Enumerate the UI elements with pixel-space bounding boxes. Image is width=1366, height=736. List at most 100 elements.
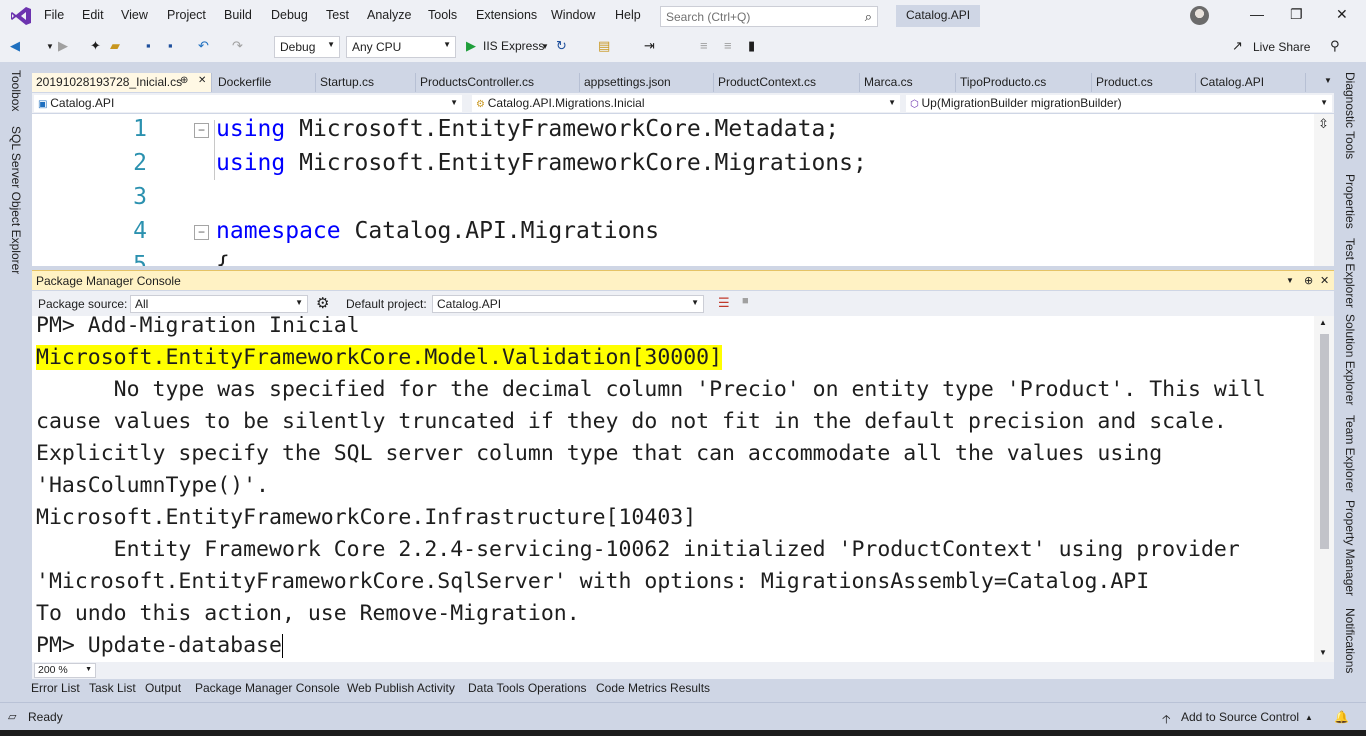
- new-project-icon[interactable]: ✦: [90, 38, 101, 54]
- redo-icon[interactable]: ↷: [232, 38, 243, 54]
- configuration-select[interactable]: Debug ▼: [274, 36, 340, 58]
- menu-extensions[interactable]: Extensions: [476, 8, 537, 22]
- zoom-select[interactable]: 200 % ▼: [34, 663, 96, 678]
- tab-product-context[interactable]: ProductContext.cs: [714, 73, 860, 92]
- menu-view[interactable]: View: [121, 8, 148, 22]
- close-icon[interactable]: ✕: [1320, 274, 1329, 287]
- tab-product[interactable]: Product.cs: [1092, 73, 1196, 92]
- package-source-select[interactable]: All ▼: [130, 295, 308, 313]
- team-explorer-tab[interactable]: Team Explorer: [1343, 415, 1357, 492]
- tab-package-manager-console[interactable]: Package Manager Console: [195, 681, 340, 695]
- code-editor[interactable]: 1 − using Microsoft.EntityFrameworkCore.…: [32, 114, 1334, 266]
- forward-icon[interactable]: ▶: [58, 38, 68, 54]
- collapse-icon[interactable]: −: [194, 225, 209, 240]
- menu-analyze[interactable]: Analyze: [367, 8, 411, 22]
- run-target-label[interactable]: IIS Express: [483, 39, 544, 53]
- method-icon: ⬡: [910, 99, 922, 110]
- diagnostic-tools-tab[interactable]: Diagnostic Tools: [1343, 72, 1357, 159]
- back-dropdown-icon[interactable]: ▼: [46, 42, 54, 51]
- open-folder-icon[interactable]: ▰: [110, 38, 120, 54]
- pin-icon[interactable]: ⊕: [180, 75, 188, 86]
- stop-icon[interactable]: ■: [742, 295, 749, 307]
- editor-scrollbar[interactable]: ⇳: [1314, 114, 1334, 266]
- project-dropdown[interactable]: ▣ Catalog.API ▼: [34, 95, 462, 112]
- add-to-source-control-button[interactable]: Add to Source Control: [1181, 710, 1299, 724]
- tab-startup[interactable]: Startup.cs: [316, 73, 416, 92]
- search-icon[interactable]: ⌕: [865, 9, 872, 25]
- tab-code-metrics-results[interactable]: Code Metrics Results: [596, 681, 710, 695]
- undo-icon[interactable]: ↶: [198, 38, 209, 54]
- menu-help[interactable]: Help: [615, 8, 641, 22]
- maximize-icon[interactable]: ❐: [1290, 6, 1303, 23]
- avatar[interactable]: [1190, 6, 1209, 25]
- output-icon[interactable]: ▱: [8, 710, 16, 723]
- pin-icon[interactable]: ⊕: [1304, 274, 1313, 287]
- scroll-down-icon[interactable]: ▼: [1319, 648, 1327, 657]
- comment-icon[interactable]: ≡: [700, 38, 708, 53]
- collapse-icon[interactable]: −: [194, 123, 209, 138]
- tab-catalog-api[interactable]: Catalog.API: [1196, 73, 1306, 92]
- step-icon[interactable]: ⇥: [644, 38, 655, 54]
- platform-select[interactable]: Any CPU ▼: [346, 36, 456, 58]
- refresh-icon[interactable]: ↻: [556, 38, 567, 54]
- bookmark-icon[interactable]: ▮: [748, 38, 755, 54]
- tab-appsettings[interactable]: appsettings.json: [580, 73, 714, 92]
- tab-web-publish-activity[interactable]: Web Publish Activity: [347, 681, 455, 695]
- browser-link-icon[interactable]: ▤: [598, 38, 610, 54]
- notification-bell-icon[interactable]: 🔔: [1334, 710, 1349, 724]
- tab-error-list[interactable]: Error List: [31, 681, 80, 695]
- minimize-icon[interactable]: —: [1250, 6, 1264, 22]
- chevron-up-icon[interactable]: ▲: [1305, 713, 1313, 722]
- member-dropdown[interactable]: ⬡ Up(MigrationBuilder migrationBuilder) …: [906, 95, 1332, 112]
- tab-output[interactable]: Output: [145, 681, 181, 695]
- window-position-icon[interactable]: ▼: [1286, 276, 1294, 285]
- save-all-icon[interactable]: ▪: [168, 38, 173, 53]
- tab-inicial-migration[interactable]: 20191028193728_Inicial.cs ⊕ ✕: [32, 73, 212, 92]
- pmc-output[interactable]: PM> Add-Migration Inicial Microsoft.Enti…: [32, 316, 1334, 662]
- menu-edit[interactable]: Edit: [82, 8, 104, 22]
- scrollbar-thumb[interactable]: [1320, 334, 1329, 549]
- tab-task-list[interactable]: Task List: [89, 681, 136, 695]
- menu-debug[interactable]: Debug: [271, 8, 308, 22]
- settings-gear-icon[interactable]: ⚙: [316, 294, 329, 312]
- live-share-icon[interactable]: ↗: [1232, 38, 1243, 54]
- save-icon[interactable]: ▪: [146, 38, 151, 53]
- live-share-button[interactable]: Live Share: [1253, 40, 1310, 54]
- feedback-icon[interactable]: ⚲: [1330, 38, 1340, 54]
- uncomment-icon[interactable]: ≡: [724, 38, 732, 53]
- tab-data-tools-operations[interactable]: Data Tools Operations: [468, 681, 587, 695]
- status-bar: ▱ Ready 🡡 Add to Source Control ▲ 🔔: [0, 702, 1366, 730]
- notifications-tab[interactable]: Notifications: [1343, 608, 1357, 673]
- tab-overflow-icon[interactable]: ▼: [1324, 76, 1332, 85]
- run-dropdown-icon[interactable]: ▼: [541, 42, 549, 51]
- search-input[interactable]: Search (Ctrl+Q) ⌕: [660, 6, 878, 27]
- toolbox-tab[interactable]: Toolbox: [9, 70, 23, 111]
- menu-window[interactable]: Window: [551, 8, 595, 22]
- test-explorer-tab[interactable]: Test Explorer: [1343, 238, 1357, 308]
- clear-console-icon[interactable]: ☰: [718, 295, 730, 311]
- solution-explorer-tab[interactable]: Solution Explorer: [1343, 314, 1357, 405]
- close-icon[interactable]: ✕: [1336, 6, 1348, 23]
- menu-project[interactable]: Project: [167, 8, 206, 22]
- menu-file[interactable]: File: [44, 8, 64, 22]
- pmc-scrollbar[interactable]: ▲ ▼: [1314, 316, 1334, 662]
- visual-studio-logo-icon[interactable]: [10, 6, 32, 26]
- console-prompt-line[interactable]: PM> Update-database: [36, 630, 283, 662]
- tab-dockerfile[interactable]: Dockerfile: [214, 73, 316, 92]
- type-dropdown[interactable]: ⚙ Catalog.API.Migrations.Inicial ▼: [472, 95, 900, 112]
- back-icon[interactable]: ◀: [10, 38, 20, 54]
- tab-marca[interactable]: Marca.cs: [860, 73, 956, 92]
- run-icon[interactable]: ▶: [466, 38, 476, 54]
- menu-tools[interactable]: Tools: [428, 8, 457, 22]
- tab-tipo-producto[interactable]: TipoProducto.cs: [956, 73, 1092, 92]
- properties-tab[interactable]: Properties: [1343, 174, 1357, 229]
- menu-test[interactable]: Test: [326, 8, 349, 22]
- split-icon[interactable]: ⇳: [1318, 116, 1329, 132]
- sql-server-object-explorer-tab[interactable]: SQL Server Object Explorer: [9, 126, 23, 274]
- tab-products-controller[interactable]: ProductsController.cs: [416, 73, 580, 92]
- menu-build[interactable]: Build: [224, 8, 252, 22]
- property-manager-tab[interactable]: Property Manager: [1343, 500, 1357, 596]
- default-project-select[interactable]: Catalog.API ▼: [432, 295, 704, 313]
- scroll-up-icon[interactable]: ▲: [1319, 318, 1327, 327]
- close-tab-icon[interactable]: ✕: [198, 75, 206, 86]
